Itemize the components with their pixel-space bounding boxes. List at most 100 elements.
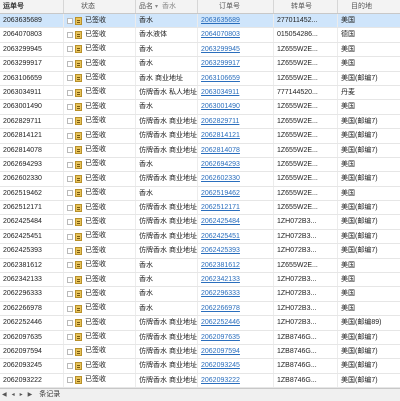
table-row[interactable]: 2063001490 已签收 香水 2063001490 1Z655W2E... 美国 [0, 100, 400, 115]
order-link[interactable]: 2063635689 [201, 17, 240, 24]
order-link[interactable]: 2062342133 [201, 276, 240, 283]
table-row[interactable]: 2063034911 已签收 仿牌香水 私人地址 2063034911 77714452… [0, 85, 400, 101]
cell-order[interactable]: 2062266978 [198, 301, 274, 316]
cell-order[interactable]: 2062097594 [198, 344, 274, 359]
row-checkbox[interactable] [67, 75, 73, 82]
table-row[interactable]: 2062814078 已签收 仿牌香水 商业地址 2062814078 1Z655W2E… [0, 143, 400, 158]
cell-order[interactable]: 2063299945 [198, 42, 274, 57]
row-checkbox[interactable] [67, 118, 73, 125]
last-page-icon[interactable]: ▶ [28, 389, 33, 401]
table-row[interactable]: 2062342133 已签收 香水 2062342133 1ZH072B3... 美国 [0, 273, 400, 288]
cell-order[interactable]: 2062694293 [198, 157, 274, 172]
order-link[interactable]: 2062519462 [201, 190, 240, 197]
header-order[interactable]: 订单号 [198, 0, 274, 13]
header-dest[interactable]: 目的地 [338, 0, 400, 13]
order-link[interactable]: 2062425451 [201, 233, 240, 240]
table-row[interactable]: 2062252446 已签收 仿牌香水 商业地址 2062252446 1ZH072B3… [0, 316, 400, 331]
row-checkbox[interactable] [67, 219, 73, 226]
table-row[interactable]: 2062097635 已签收 仿牌香水 商业地址 2062097635 1ZB8746G… [0, 330, 400, 345]
table-row[interactable]: 2062512171 已签收 仿牌香水 商业地址 2062512171 1Z655W2E… [0, 201, 400, 216]
row-checkbox[interactable] [67, 247, 73, 254]
order-link[interactable]: 2062602330 [201, 175, 240, 182]
row-checkbox[interactable] [67, 161, 73, 168]
row-checkbox[interactable] [67, 60, 73, 67]
table-row[interactable]: 2062381612 已签收 香水 2062381612 1Z655W2E... 美国 [0, 258, 400, 274]
order-link[interactable]: 2062093245 [201, 362, 240, 369]
table-row[interactable]: 2062266978 已签收 香水 2062266978 1ZH072B3... 美国 [0, 301, 400, 317]
order-link[interactable]: 2062266978 [201, 305, 240, 312]
order-link[interactable]: 2062093222 [201, 377, 240, 384]
table-row[interactable]: 2062425393 已签收 仿牌香水 商业地址 2062425393 1ZH072B3… [0, 244, 400, 259]
table-row[interactable]: 2062814121 已签收 仿牌香水 商业地址 2062814121 1Z655W2E… [0, 129, 400, 144]
table-row[interactable]: 2062829711 已签收 仿牌香水 商业地址 2062829711 1Z655W2E… [0, 114, 400, 130]
table-row[interactable]: 2062093245 已签收 仿牌香水 商业地址 2062093245 1ZB8746G… [0, 359, 400, 374]
table-row[interactable]: 2062093222 已签收 仿牌香水 商业地址 2062093222 1ZB8746G… [0, 373, 400, 388]
row-checkbox[interactable] [67, 363, 73, 370]
order-link[interactable]: 2062694293 [201, 161, 240, 168]
order-link[interactable]: 2062381612 [201, 262, 240, 269]
table-row[interactable]: 2063635689 已签收 香水 2063635689 277011452... 美国 [0, 14, 400, 29]
order-link[interactable]: 2062425393 [201, 247, 240, 254]
cell-order[interactable]: 2062097635 [198, 330, 274, 344]
row-checkbox[interactable] [67, 132, 73, 139]
cell-order[interactable]: 2064070803 [198, 28, 274, 42]
cell-order[interactable]: 2062425484 [198, 215, 274, 229]
cell-order[interactable]: 2062425393 [198, 244, 274, 258]
header-track[interactable]: 转单号 [274, 0, 338, 13]
cell-order[interactable]: 2062093245 [198, 359, 274, 373]
cell-order[interactable]: 2063299917 [198, 57, 274, 71]
row-checkbox[interactable] [67, 348, 73, 355]
row-checkbox[interactable] [67, 262, 73, 269]
order-link[interactable]: 2062425484 [201, 218, 240, 225]
table-row[interactable]: 2062097594 已签收 仿牌香水 商业地址 2062097594 1ZB8746G… [0, 344, 400, 360]
order-link[interactable]: 2062512171 [201, 204, 240, 211]
order-link[interactable]: 2063106659 [201, 75, 240, 82]
cell-order[interactable]: 2062829711 [198, 114, 274, 129]
row-checkbox[interactable] [67, 104, 73, 111]
table-row[interactable]: 2064070803 已签收 香水液体 2064070803 015054286... 德… [0, 28, 400, 43]
cell-order[interactable]: 2062814078 [198, 143, 274, 157]
row-checkbox[interactable] [67, 377, 73, 384]
order-link[interactable]: 2062097635 [201, 334, 240, 341]
row-checkbox[interactable] [67, 46, 73, 53]
row-checkbox[interactable] [67, 32, 73, 39]
row-checkbox[interactable] [67, 291, 73, 298]
first-page-icon[interactable]: ◀ [2, 389, 7, 401]
filter-icon[interactable]: ▾ [155, 4, 158, 10]
order-link[interactable]: 2063299945 [201, 46, 240, 53]
row-checkbox[interactable] [67, 190, 73, 197]
order-link[interactable]: 2062097594 [201, 348, 240, 355]
cell-order[interactable]: 2062512171 [198, 201, 274, 215]
cell-order[interactable]: 2062252446 [198, 316, 274, 330]
row-checkbox[interactable] [67, 175, 73, 182]
row-checkbox[interactable] [67, 17, 73, 24]
table-row[interactable]: 2062694293 已签收 香水 2062694293 1Z655W2E... 美国 [0, 157, 400, 173]
row-checkbox[interactable] [67, 233, 73, 240]
header-status[interactable]: 状态 [64, 0, 136, 13]
table-row[interactable]: 2063299917 已签收 香水 2063299917 1Z655W2E... 美国 [0, 57, 400, 72]
table-row[interactable]: 2062425451 已签收 仿牌香水 商业地址 2062425451 1ZH072B3… [0, 229, 400, 245]
header-waybill[interactable]: 运单号 [0, 0, 64, 13]
order-link[interactable]: 2064070803 [201, 31, 240, 38]
cell-order[interactable]: 2062342133 [198, 273, 274, 287]
row-checkbox[interactable] [67, 147, 73, 154]
cell-order[interactable]: 2063635689 [198, 14, 274, 28]
row-checkbox[interactable] [67, 276, 73, 283]
cell-order[interactable]: 2063106659 [198, 71, 274, 85]
table-row[interactable]: 2062602330 已签收 仿牌香水 商业地址 2062602330 1Z655W2E… [0, 172, 400, 187]
order-link[interactable]: 2063034911 [201, 89, 239, 96]
order-link[interactable]: 2063001490 [201, 103, 240, 110]
cell-order[interactable]: 2062296333 [198, 287, 274, 301]
cell-order[interactable]: 2062602330 [198, 172, 274, 186]
order-link[interactable]: 2063299917 [201, 60, 240, 67]
row-checkbox[interactable] [67, 334, 73, 341]
cell-order[interactable]: 2062381612 [198, 258, 274, 273]
table-row[interactable]: 2062425484 已签收 仿牌香水 商业地址 2062425484 1ZH072B3… [0, 215, 400, 230]
cell-order[interactable]: 2063001490 [198, 100, 274, 114]
row-checkbox[interactable] [67, 319, 73, 326]
row-checkbox[interactable] [67, 204, 73, 211]
cell-order[interactable]: 2062814121 [198, 129, 274, 143]
row-checkbox[interactable] [67, 89, 73, 96]
cell-order[interactable]: 2063034911 [198, 85, 274, 100]
cell-order[interactable]: 2062425451 [198, 229, 274, 244]
